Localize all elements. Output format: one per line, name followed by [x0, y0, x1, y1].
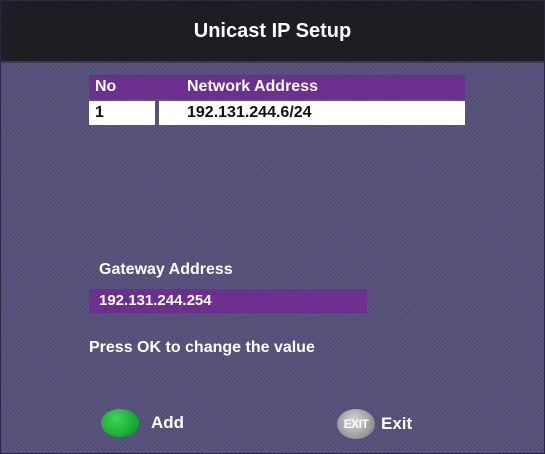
title-bar: Unicast IP Setup — [1, 1, 544, 63]
table-row[interactable]: 1 192.131.244.6/24 — [89, 101, 465, 125]
column-header-network-address: Network Address — [187, 78, 318, 95]
exit-button[interactable]: EXIT Exit — [337, 409, 412, 439]
add-button-label: Add — [151, 413, 185, 432]
green-button-icon — [101, 409, 139, 437]
network-address-cell[interactable]: 192.131.244.6/24 — [159, 101, 465, 125]
gateway-address-field[interactable]: 192.131.244.254 — [89, 289, 367, 313]
exit-button-icon: EXIT — [337, 409, 375, 439]
row-number-cell: 1 — [89, 101, 155, 125]
network-address-table: No Network Address 1 192.131.244.6/24 — [89, 75, 465, 125]
hint-text: Press OK to change the value — [89, 339, 315, 356]
page-title: Unicast IP Setup — [193, 19, 352, 42]
exit-icon-text: EXIT — [343, 417, 369, 431]
table-header: No Network Address — [89, 75, 465, 99]
setup-screen: Unicast IP Setup No Network Address 1 19… — [0, 0, 545, 454]
add-button[interactable]: Add — [101, 409, 184, 437]
column-header-no: No — [95, 78, 117, 95]
exit-button-label: Exit — [381, 414, 413, 433]
gateway-address-label: Gateway Address — [99, 261, 233, 278]
